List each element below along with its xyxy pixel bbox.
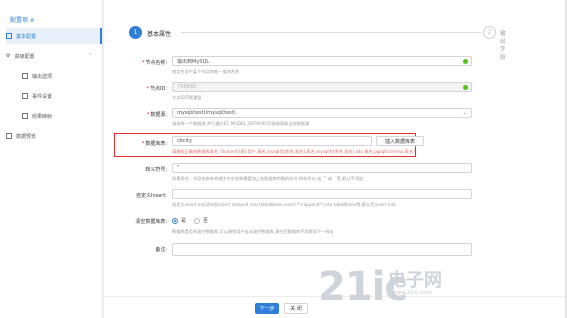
- clear-table-yes-radio[interactable]: 是: [172, 217, 186, 224]
- node-name-hint: 指定任务中某个节点的唯一描述名称: [172, 69, 240, 74]
- node-name-input[interactable]: 输出到MySQL: [172, 56, 472, 66]
- radio-checked-icon: [172, 217, 178, 224]
- step-indicator: 1 基本属性 2 输出字段: [129, 26, 509, 61]
- watermark-logo: 21ic 电子网 www.21ic.com: [318, 264, 442, 310]
- clear-table-no-radio[interactable]: 否: [194, 217, 208, 224]
- datasource-label: *数据源:: [146, 112, 167, 118]
- node-id-label: *节点ID:: [146, 86, 167, 92]
- grid-icon: [6, 133, 12, 139]
- valid-check-icon: [463, 85, 468, 90]
- step-divider: [181, 32, 481, 33]
- close-button[interactable]: 关 闭: [284, 303, 308, 314]
- grid-icon: [22, 93, 28, 99]
- clear-table-hint: 数据库是否先清空数据库,可以避免用户自动清空数据库,清空后数据库不用再如下一样去: [172, 229, 334, 234]
- radio-unchecked-icon: [194, 217, 200, 224]
- sidebar-item-output-options[interactable]: 输出选项: [22, 68, 102, 84]
- sidebar-item-advanced-config[interactable]: ⚙ 高级配置 ⌃: [6, 48, 102, 64]
- sidebar-item-basic-config[interactable]: 基本配置: [6, 28, 102, 44]
- sidebar-item-data-preview[interactable]: 数据预览: [6, 128, 102, 144]
- insert-table-button[interactable]: 插入数据库表: [376, 136, 424, 146]
- chevron-down-icon: ⌄: [462, 110, 467, 116]
- table-name-input[interactable]: cbcity: [172, 136, 372, 146]
- custom-insert-label: 自定义Insert:: [135, 193, 167, 199]
- gear-icon: ⚙: [6, 53, 11, 59]
- escape-label: 转义符号:: [145, 167, 167, 173]
- grid-icon: [6, 33, 12, 39]
- node-name-label: *节点名称:: [141, 60, 167, 66]
- datasource-hint: 请选择一个数据源,并可通过ET_MODEL_DATASRCID直接获取当前数据源: [172, 121, 310, 126]
- node-id-hint: 节点ID不能重复: [172, 95, 202, 100]
- sidebar: 配置项 ⚙ 基本配置 ⚙ 高级配置 ⌃ 输出选项 事件设置 结果映射 数据预览: [0, 0, 103, 318]
- step-1-circle[interactable]: 1: [129, 26, 142, 39]
- step-2-label[interactable]: 输出字段: [500, 29, 509, 61]
- next-button[interactable]: 下一步: [255, 303, 279, 314]
- table-name-hint: 请按照正确的数据库表名: Oracle为[表]:用户.表名,mysql为[库名.…: [172, 149, 415, 154]
- escape-input[interactable]: ": [172, 163, 472, 173]
- escape-hint: 如果表名、字段名带有关键字中文名称需要加上各数据库特殊的符号:例如为口 或 ""…: [172, 176, 364, 181]
- chevron-up-icon: ⌃: [88, 53, 93, 59]
- settings-icon[interactable]: ⚙: [30, 18, 34, 24]
- step-1-label[interactable]: 基本属性: [147, 29, 171, 38]
- custom-insert-input[interactable]: [172, 189, 472, 199]
- sidebar-header: 配置项 ⚙: [10, 17, 35, 24]
- node-id-input[interactable]: 788888: [172, 82, 472, 92]
- grid-icon: [22, 73, 28, 79]
- valid-check-icon: [463, 59, 468, 64]
- table-name-label: *数据库表:: [141, 141, 167, 147]
- sidebar-item-result-mapping[interactable]: 结果映射: [22, 108, 102, 124]
- clear-table-label: 清空数据库表:: [135, 219, 167, 225]
- grid-icon: [22, 113, 28, 119]
- remark-label: 备注:: [155, 247, 167, 253]
- datasource-select[interactable]: mysql(test)/mysql(test) ⌄: [172, 108, 472, 118]
- remark-textarea[interactable]: [172, 243, 472, 256]
- custom-insert-hint: 如定义insert into语句如insert delayed into tab…: [172, 202, 396, 207]
- sidebar-item-event-settings[interactable]: 事件设置: [22, 88, 102, 104]
- step-2-circle[interactable]: 2: [483, 26, 496, 39]
